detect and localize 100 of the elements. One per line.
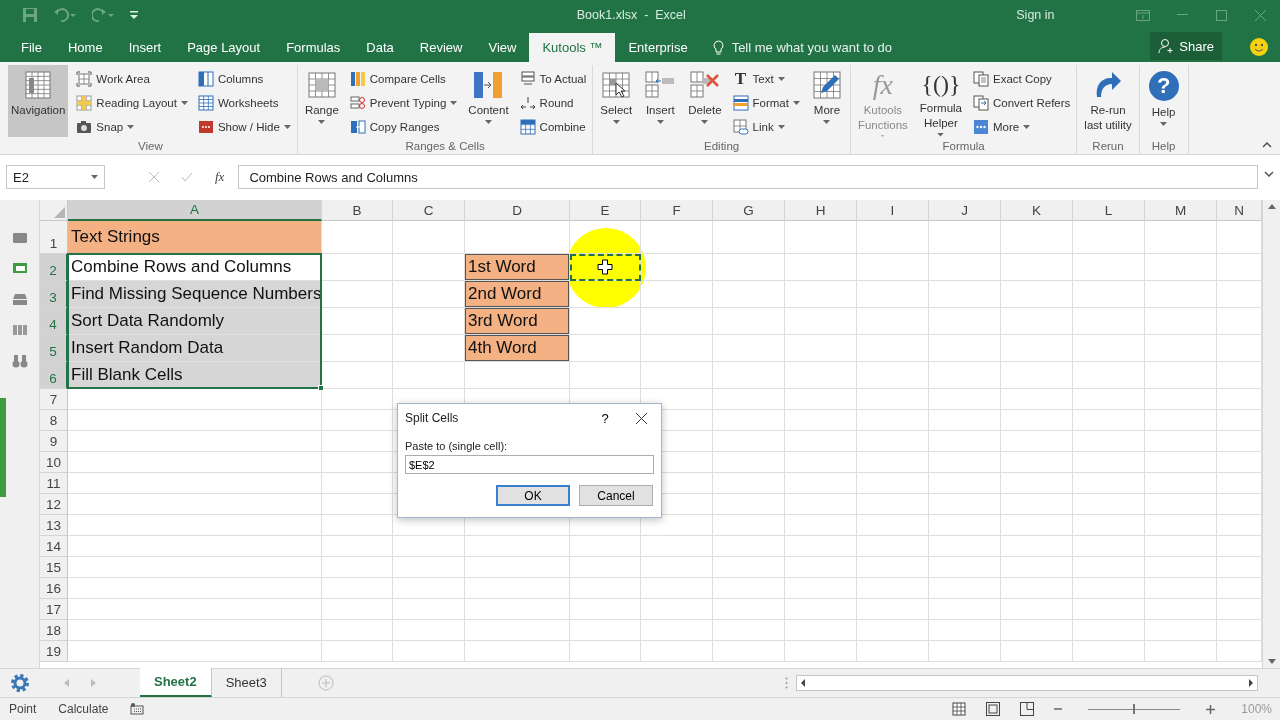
- cell[interactable]: [1145, 335, 1217, 362]
- cell[interactable]: [1145, 557, 1217, 578]
- row-header[interactable]: 18: [40, 620, 68, 641]
- ribbon-button[interactable]: More: [807, 65, 846, 137]
- cell[interactable]: [713, 389, 785, 410]
- dialog-button[interactable]: OK: [496, 485, 570, 506]
- cell[interactable]: [1145, 410, 1217, 431]
- cell[interactable]: [465, 557, 570, 578]
- row-header[interactable]: 10: [40, 452, 68, 473]
- cell[interactable]: [713, 308, 785, 335]
- cell[interactable]: [1145, 515, 1217, 536]
- cell[interactable]: [322, 431, 393, 452]
- cell[interactable]: [1001, 221, 1073, 254]
- formula-field[interactable]: Combine Rows and Columns: [238, 165, 1258, 189]
- cell[interactable]: [322, 473, 393, 494]
- cell[interactable]: [570, 620, 641, 641]
- ribbon-button[interactable]: Combine: [517, 115, 589, 138]
- cell[interactable]: [322, 452, 393, 473]
- right-arrow-icon[interactable]: [91, 679, 96, 687]
- cell[interactable]: [1073, 557, 1145, 578]
- cell[interactable]: [393, 557, 465, 578]
- cell[interactable]: [713, 578, 785, 599]
- ribbon-button[interactable]: Link: [730, 115, 802, 138]
- normal-view-icon[interactable]: [952, 702, 967, 716]
- cell[interactable]: [713, 335, 785, 362]
- cell[interactable]: [857, 473, 929, 494]
- horizontal-scrollbar[interactable]: [796, 675, 1258, 691]
- cell[interactable]: [68, 536, 322, 557]
- row-header[interactable]: 19: [40, 641, 68, 662]
- zoom-thumb[interactable]: [1133, 703, 1136, 714]
- cell[interactable]: [1145, 452, 1217, 473]
- cell[interactable]: [322, 335, 393, 362]
- cell[interactable]: [1001, 578, 1073, 599]
- ribbon-button[interactable]: Worksheets: [195, 91, 293, 114]
- cell[interactable]: [322, 599, 393, 620]
- cell[interactable]: [1145, 473, 1217, 494]
- cell[interactable]: [641, 557, 713, 578]
- cell[interactable]: [1073, 221, 1145, 254]
- ribbon-tab[interactable]: File: [8, 33, 55, 62]
- cell[interactable]: [641, 599, 713, 620]
- cell[interactable]: [1145, 599, 1217, 620]
- cell[interactable]: Insert Random Data: [68, 335, 322, 362]
- ribbon-button[interactable]: Columns: [195, 67, 293, 90]
- cell[interactable]: [1145, 308, 1217, 335]
- row-header[interactable]: 15: [40, 557, 68, 578]
- cell[interactable]: [857, 452, 929, 473]
- ribbon-button[interactable]: Round: [517, 91, 589, 114]
- ribbon-button[interactable]: Re-run last utility: [1081, 65, 1135, 137]
- ribbon-button[interactable]: Insert: [641, 65, 680, 137]
- cell[interactable]: [322, 515, 393, 536]
- cell[interactable]: [1145, 431, 1217, 452]
- cell[interactable]: [1001, 452, 1073, 473]
- cell[interactable]: [641, 578, 713, 599]
- cell[interactable]: [929, 362, 1001, 389]
- cell[interactable]: [1001, 308, 1073, 335]
- input-field[interactable]: $E$2: [405, 455, 654, 474]
- cell[interactable]: [1001, 557, 1073, 578]
- cell[interactable]: [570, 557, 641, 578]
- cell[interactable]: [1073, 362, 1145, 389]
- cell[interactable]: [68, 515, 322, 536]
- column-header[interactable]: C: [393, 200, 465, 221]
- cell[interactable]: [713, 431, 785, 452]
- add-sheet-icon[interactable]: [317, 675, 334, 691]
- cell[interactable]: [785, 599, 857, 620]
- cell[interactable]: [929, 473, 1001, 494]
- cell[interactable]: [785, 452, 857, 473]
- cell[interactable]: [929, 452, 1001, 473]
- column-header[interactable]: D: [465, 200, 570, 221]
- cell[interactable]: [929, 221, 1001, 254]
- row-header[interactable]: 1: [40, 221, 68, 254]
- cell[interactable]: [1073, 452, 1145, 473]
- cell[interactable]: [393, 578, 465, 599]
- cell[interactable]: [68, 557, 322, 578]
- cell[interactable]: [1001, 254, 1073, 281]
- cell[interactable]: [713, 281, 785, 308]
- cell[interactable]: [713, 641, 785, 662]
- cell[interactable]: [929, 335, 1001, 362]
- cell[interactable]: [570, 221, 641, 254]
- cell[interactable]: [1073, 410, 1145, 431]
- smiley-icon[interactable]: [1250, 38, 1268, 56]
- ribbon-tab[interactable]: Home: [54, 33, 116, 62]
- ribbon-button[interactable]: Navigation: [8, 65, 69, 137]
- cell[interactable]: [1001, 599, 1073, 620]
- cell[interactable]: [1073, 473, 1145, 494]
- cell[interactable]: [570, 599, 641, 620]
- pane-handle[interactable]: [0, 398, 6, 497]
- cell[interactable]: [929, 641, 1001, 662]
- page-break-icon[interactable]: [1020, 702, 1035, 716]
- ribbon-button[interactable]: Format: [730, 91, 802, 114]
- cell[interactable]: [713, 254, 785, 281]
- cell[interactable]: [393, 620, 465, 641]
- cell[interactable]: [929, 281, 1001, 308]
- cell[interactable]: [322, 221, 393, 254]
- cell[interactable]: [570, 536, 641, 557]
- cell[interactable]: [857, 515, 929, 536]
- cell[interactable]: [857, 335, 929, 362]
- cell[interactable]: [857, 389, 929, 410]
- cell[interactable]: [641, 254, 713, 281]
- cell[interactable]: [68, 389, 322, 410]
- cell[interactable]: [713, 536, 785, 557]
